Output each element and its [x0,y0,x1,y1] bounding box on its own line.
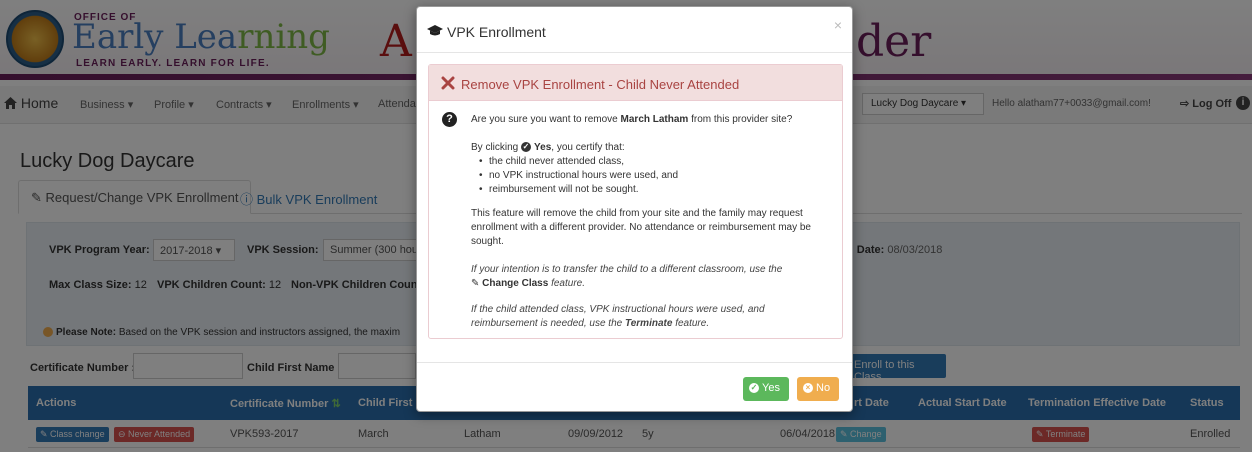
modal-footer: ✓ Yes × No [417,362,852,413]
no-button[interactable]: × No [797,377,839,401]
close-icon[interactable]: × [834,17,842,33]
question-icon: ? [442,112,457,127]
certify-section: By clicking ✓Yes, you certify that: the … [471,141,831,197]
list-item: the child never attended class, [471,155,831,169]
modal-title: VPK Enrollment [447,24,546,40]
check-circle-icon: ✓ [521,142,532,153]
modal-header: VPK Enrollment × [417,7,852,53]
remove-x-icon [441,76,455,90]
edit-icon: ✎ [471,278,480,289]
list-item: no VPK instructional hours were used, an… [471,169,831,183]
confirmation-panel: Remove VPK Enrollment - Child Never Atte… [428,64,843,339]
vpk-enrollment-modal: VPK Enrollment × Remove VPK Enrollment -… [416,6,853,412]
feature-description: This feature will remove the child from … [471,208,811,247]
graduation-cap-icon [427,25,443,36]
transfer-note: If your intention is to transfer the chi… [471,264,783,289]
list-item: reimbursement will not be sought. [471,183,831,197]
panel-heading: Remove VPK Enrollment - Child Never Atte… [429,65,842,101]
confirm-question: Are you sure you want to remove March La… [471,114,793,125]
yes-button[interactable]: ✓ Yes [743,377,789,401]
check-circle-icon: ✓ [749,383,759,394]
attended-note: If the child attended class, VPK instruc… [471,304,765,329]
certify-list: the child never attended class, no VPK i… [471,155,831,197]
x-circle-icon: × [803,383,813,394]
panel-heading-text: Remove VPK Enrollment - Child Never Atte… [461,77,740,92]
